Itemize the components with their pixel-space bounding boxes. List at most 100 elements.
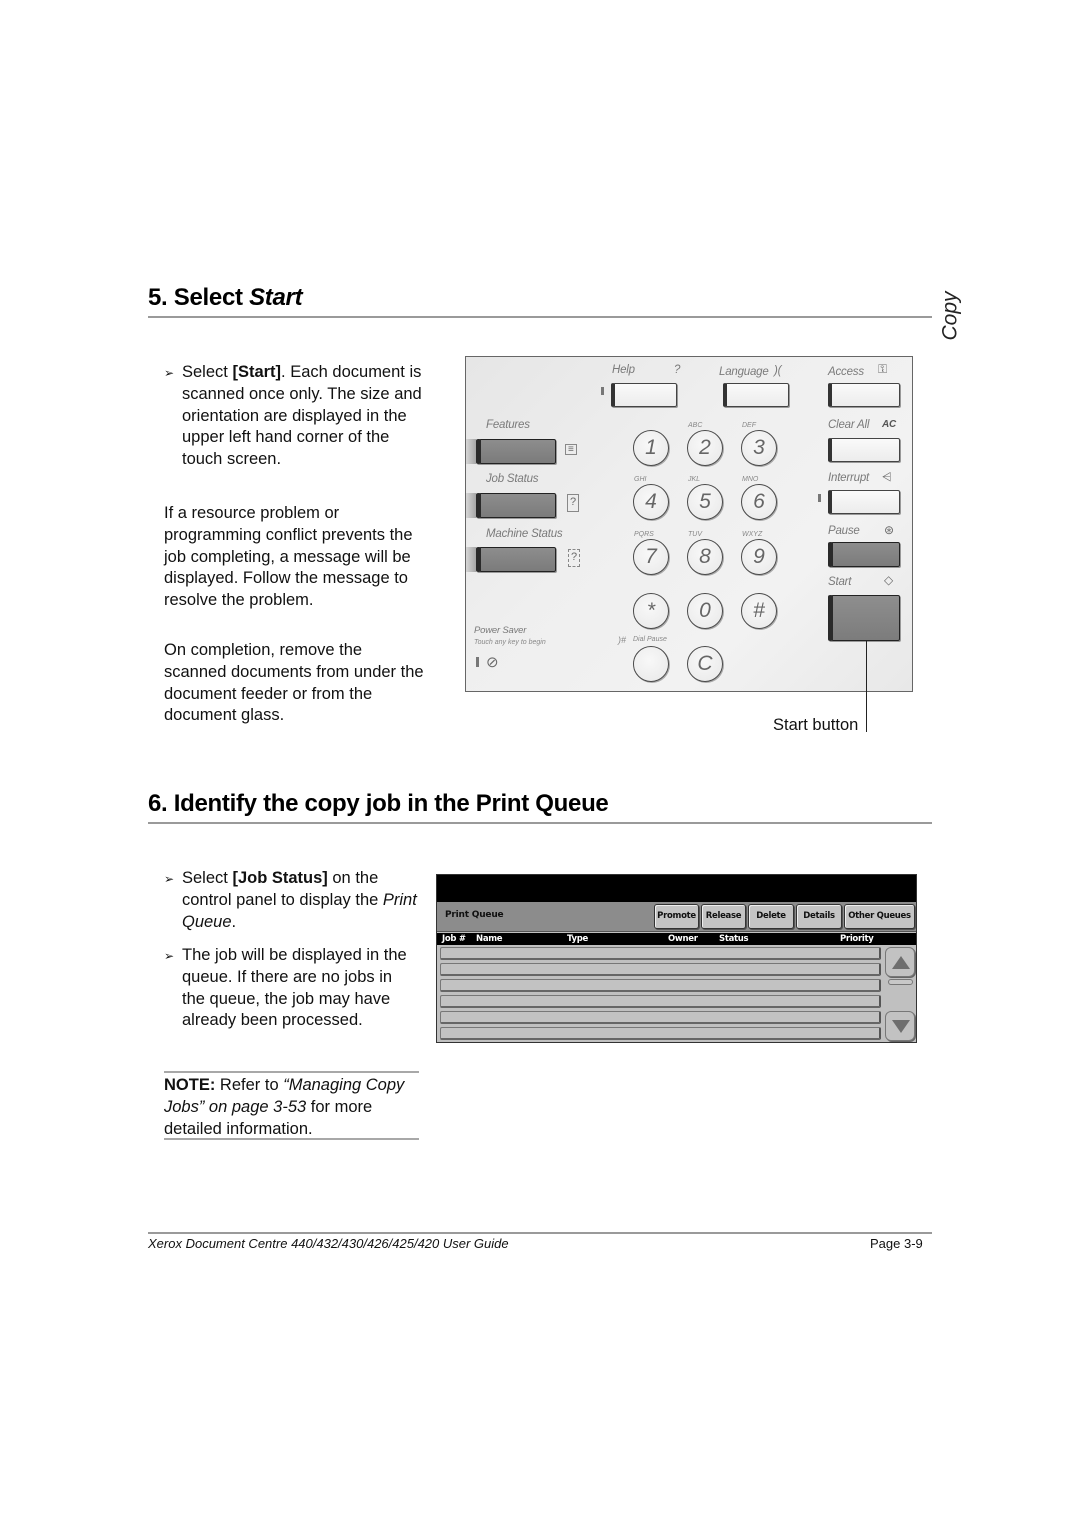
scroll-up-button[interactable] [885,947,915,977]
queue-row[interactable] [440,947,881,960]
clear-all-label: Clear All [828,419,870,431]
release-button[interactable]: Release [701,904,746,929]
power-saver-icon[interactable]: ⊘ [486,653,499,671]
keypad-3-button[interactable]: 3 [741,430,777,466]
note-text: Refer to [215,1076,284,1094]
access-button[interactable] [828,383,900,407]
interrupt-icon: ⩤ [882,470,892,484]
chapter-side-tab-label: Copy [938,291,962,341]
bullet-end-text: . [231,912,237,931]
scroll-thumb[interactable] [888,979,913,985]
job-status-icon: ? [567,494,580,512]
column-name[interactable]: Name [476,933,503,945]
clear-all-button[interactable] [828,438,900,462]
key-7-letters: PQRS [634,531,654,538]
bullet-arrow-icon: ➢ [164,366,175,380]
section-5-bullet: ➢ Select [Start]. Each document is scann… [164,362,426,471]
column-priority[interactable]: Priority [840,933,874,945]
key-2-letters: ABC [688,422,703,429]
dial-pause-label: Dial Pause [633,636,667,643]
features-indicator-tab [466,439,476,464]
dial-pause-button[interactable] [633,646,669,682]
features-icon: ≡ [565,444,577,455]
key-icon: ⚿ [878,362,888,376]
keypad-clear-button[interactable]: C [687,646,723,682]
queue-row[interactable] [440,979,881,992]
keypad-9-button[interactable]: 9 [741,539,777,575]
features-label: Features [486,419,530,431]
keypad-star-button[interactable]: * [633,593,669,629]
keypad-0-button[interactable]: 0 [687,593,723,629]
section-5-heading-emphasis: Start [249,284,303,311]
bullet-bold-text: [Start] [232,363,282,381]
machine-status-button[interactable] [476,547,556,572]
keypad-1-button[interactable]: 1 [633,430,669,466]
bullet-text: The job will be displayed in the queue. … [182,946,407,1030]
column-job-number[interactable]: Job # [442,933,466,945]
note-label: NOTE: [164,1076,216,1094]
job-status-indicator-tab [466,493,476,518]
pause-label: Pause [828,525,860,537]
note-box: NOTE: Refer to “Managing Copy Jobs” on p… [164,1071,419,1140]
control-panel-figure: Help ? Language )( Access ⚿ Features ≡ J… [465,356,913,692]
arrow-up-icon [892,956,910,969]
start-label: Start [828,576,852,588]
features-button[interactable] [476,439,556,464]
key-8-letters: TUV [688,531,702,538]
job-status-button[interactable] [476,493,556,518]
column-status[interactable]: Status [719,933,749,945]
job-status-label: Job Status [486,473,539,485]
pause-button[interactable] [828,542,900,567]
bullet-text: Select [182,869,233,887]
section-5-rule [148,316,932,318]
power-saver-indicator [476,657,479,667]
section-6-bullet-2: ➢ The job will be displayed in the queue… [164,945,419,1032]
print-queue-toolbar: Print Queue Promote Release Delete Detai… [437,902,916,932]
keypad-5-button[interactable]: 5 [687,484,723,520]
help-label: Help [612,364,635,376]
keypad-6-button[interactable]: 6 [741,484,777,520]
key-9-letters: WXYZ [742,531,763,538]
promote-button[interactable]: Promote [654,904,699,929]
footer-rule [148,1232,932,1234]
arrow-down-icon [892,1020,910,1033]
key-5-letters: JKL [688,476,701,483]
start-icon: ◇ [884,573,894,587]
language-button[interactable] [723,383,789,407]
bullet-arrow-icon: ➢ [164,872,175,886]
queue-row[interactable] [440,963,881,976]
keypad-4-button[interactable]: 4 [633,484,669,520]
clear-all-icon: AC [882,419,897,430]
section-5-heading-text: 5. Select [148,284,250,311]
key-4-letters: GHI [634,476,647,483]
help-button[interactable] [611,383,677,407]
key-6-letters: MNO [742,476,759,483]
details-button[interactable]: Details [796,904,842,929]
language-icon: )( [774,365,782,377]
interrupt-button[interactable] [828,490,900,514]
section-5-heading: 5. Select Start [148,284,303,312]
delete-button[interactable]: Delete [748,904,794,929]
column-type[interactable]: Type [567,933,588,945]
queue-row[interactable] [440,995,881,1008]
keypad-8-button[interactable]: 8 [687,539,723,575]
section-5-paragraph-1: If a resource problem or programming con… [164,504,413,610]
power-saver-hint: Touch any key to begin [474,639,546,646]
column-owner[interactable]: Owner [668,933,698,945]
help-indicator [601,387,604,395]
bullet-arrow-icon: ➢ [164,949,175,963]
start-button[interactable] [828,595,900,641]
keypad-hash-button[interactable]: # [741,593,777,629]
queue-row[interactable] [440,1011,881,1024]
scroll-down-button[interactable] [885,1011,915,1041]
print-queue-screen: Print Queue Promote Release Delete Detai… [436,874,917,1043]
queue-row[interactable] [440,1027,881,1040]
print-queue-column-header: Job # Name Type Owner Status Priority [437,933,916,945]
interrupt-indicator [818,494,821,502]
keypad-7-button[interactable]: 7 [633,539,669,575]
keypad-2-button[interactable]: 2 [687,430,723,466]
power-saver-label: Power Saver [474,625,527,636]
other-queues-button[interactable]: Other Queues [844,904,915,929]
start-button-callout: Start button [773,716,859,734]
interrupt-label: Interrupt [828,472,870,484]
